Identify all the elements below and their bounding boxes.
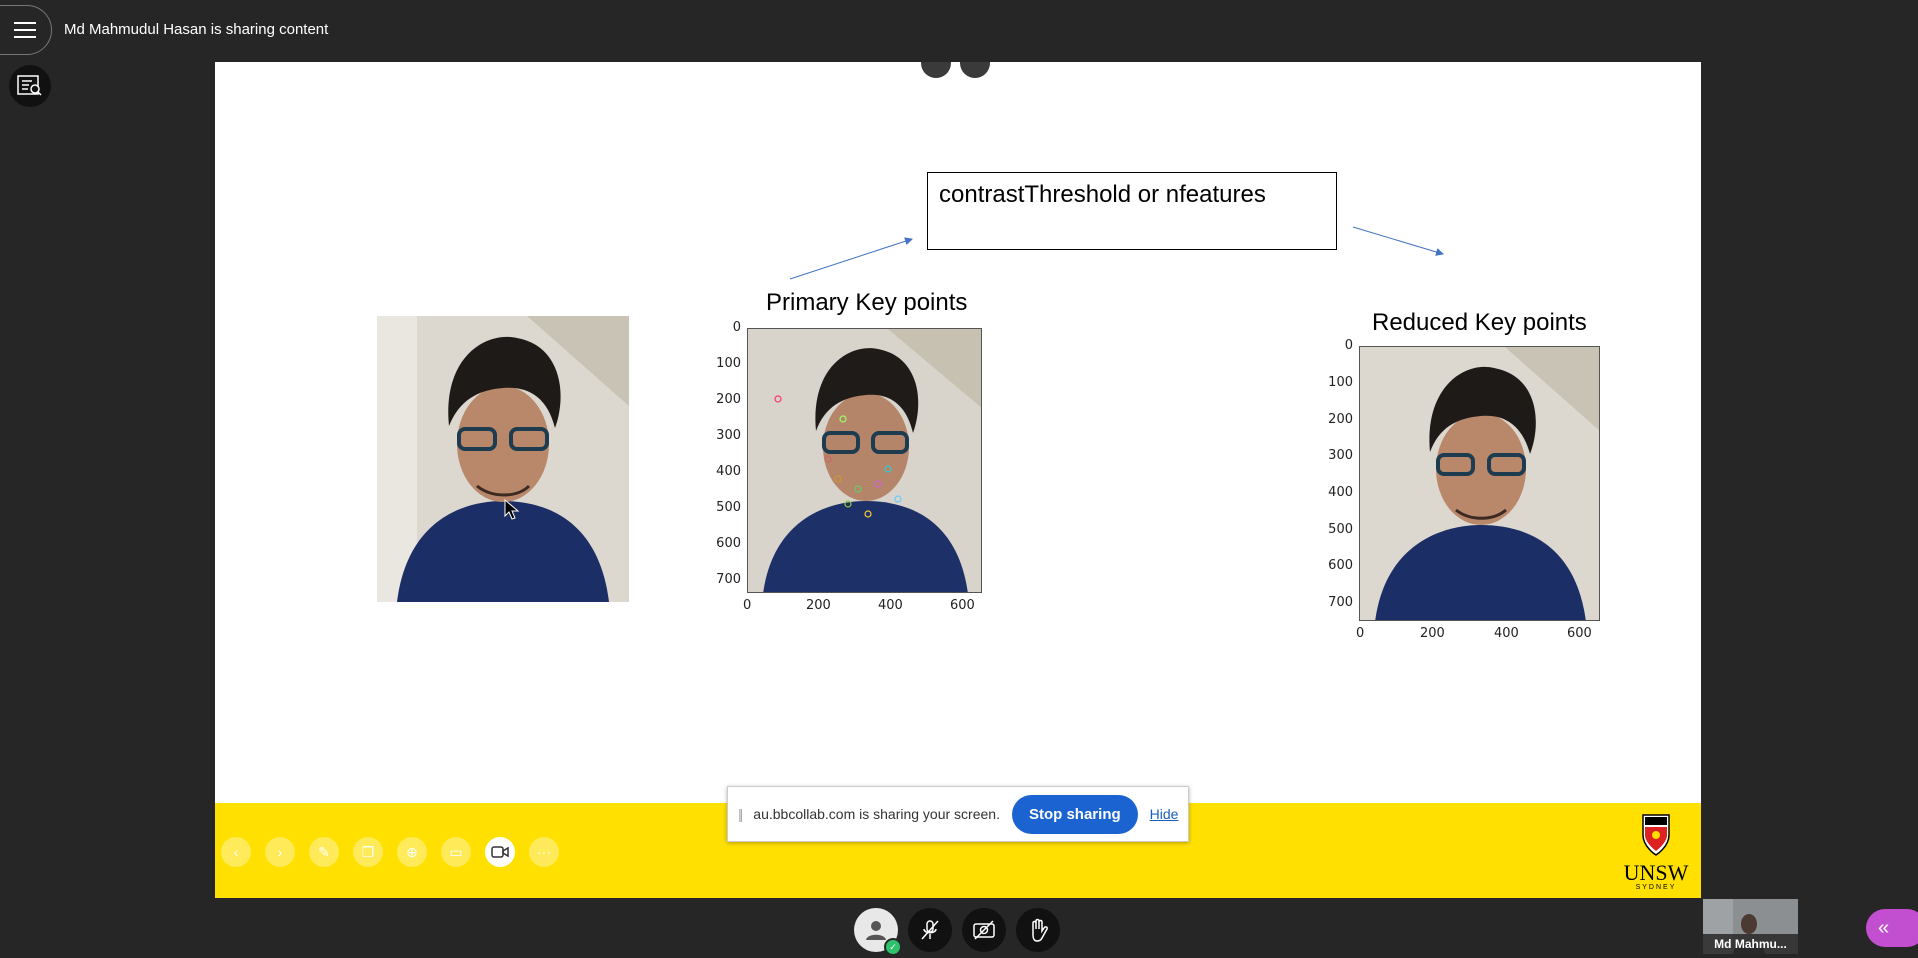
raise-hand-button[interactable] [1016, 908, 1060, 952]
pen-icon: ✎ [318, 843, 330, 860]
status-check-icon: ✓ [884, 938, 902, 956]
x-tick-label: 0 [1356, 626, 1365, 641]
original-photo [377, 316, 629, 602]
y-tick-label: 500 [716, 500, 741, 515]
reduced-keypoints-caption: Reduced Key points [1372, 309, 1587, 336]
double-chevron-left-icon: « [1878, 916, 1890, 939]
unsw-logo: UNSW SYDNEY [1621, 813, 1691, 891]
mouse-cursor-icon [504, 499, 520, 520]
y-tick-label: 200 [716, 392, 741, 407]
my-status-button[interactable]: ✓ [854, 908, 902, 956]
avatar-icon [866, 921, 886, 940]
y-tick-label: 700 [716, 572, 741, 587]
subtitles-icon: ▭ [449, 843, 463, 860]
next-slide-button[interactable]: › [265, 837, 295, 867]
pen-tool-button[interactable]: ✎ [309, 837, 339, 867]
y-tick-label: 400 [1328, 485, 1353, 500]
y-tick-label: 300 [716, 428, 741, 443]
microphone-button[interactable] [908, 908, 952, 952]
drag-handle-icon[interactable]: || [738, 806, 743, 822]
x-tick-label: 600 [950, 598, 975, 613]
chevron-left-icon: ‹ [233, 844, 239, 860]
x-tick-label: 0 [743, 598, 752, 613]
zoom-tool-button[interactable]: ⊕ [397, 837, 427, 867]
unsw-logo-subtext: SYDNEY [1635, 884, 1677, 891]
y-tick-label: 300 [1328, 448, 1353, 463]
unsw-logo-text: UNSW [1623, 860, 1689, 885]
hide-share-bar-link[interactable]: Hide [1150, 806, 1179, 822]
camera-tool-button[interactable] [485, 837, 515, 867]
participant-name: Md Mahmu... [1703, 934, 1798, 954]
previous-slide-button[interactable]: ‹ [221, 837, 251, 867]
video-camera-icon [491, 846, 509, 858]
x-tick-label: 400 [1494, 626, 1519, 641]
hand-icon [1032, 918, 1048, 942]
stop-sharing-button[interactable]: Stop sharing [1011, 794, 1138, 834]
camera-off-icon [973, 920, 995, 940]
captions-panel-button[interactable] [9, 65, 51, 107]
x-tick-label: 600 [1567, 626, 1592, 641]
sharing-status-text: Md Mahmudul Hasan is sharing content [64, 21, 329, 38]
x-tick-label: 200 [1420, 626, 1445, 641]
x-tick-label: 200 [806, 598, 831, 613]
y-tick-label: 100 [1328, 375, 1353, 390]
open-panel-button[interactable]: « [1866, 909, 1918, 947]
shared-slide: contrastThreshold or nfeatures Primary K… [215, 62, 1701, 898]
slides-tool-button[interactable]: ❐ [353, 837, 383, 867]
subtitles-tool-button[interactable]: ▭ [441, 837, 471, 867]
primary-keypoints-caption: Primary Key points [766, 289, 968, 316]
y-tick-label: 700 [1328, 595, 1353, 610]
arrow-from-textbox [1352, 226, 1444, 256]
y-tick-label: 500 [1328, 522, 1353, 537]
y-tick-label: 400 [716, 464, 741, 479]
y-tick-label: 200 [1328, 412, 1353, 427]
chat-search-icon [17, 75, 42, 96]
unsw-crest-icon [1642, 814, 1670, 856]
screen-share-bar: || au.bbcollab.com is sharing your scree… [727, 786, 1189, 842]
y-tick-label: 600 [1328, 558, 1353, 573]
reduced-keypoints-image [1359, 346, 1600, 621]
arrow-to-textbox [789, 237, 913, 280]
hamburger-icon [14, 22, 36, 38]
y-tick-label: 600 [716, 536, 741, 551]
main-menu-button[interactable] [0, 5, 52, 55]
y-tick-label: 0 [732, 320, 741, 335]
y-tick-label: 0 [1344, 338, 1353, 353]
primary-keypoints-image [747, 328, 982, 593]
microphone-muted-icon [921, 920, 939, 940]
more-dots-icon: ··· [537, 844, 551, 860]
y-tick-label: 100 [716, 356, 741, 371]
more-tools-button[interactable]: ··· [529, 837, 559, 867]
screen-share-message: au.bbcollab.com is sharing your screen. [753, 806, 1000, 822]
chevron-right-icon: › [277, 844, 283, 860]
slides-icon: ❐ [361, 843, 375, 860]
x-tick-label: 400 [878, 598, 903, 613]
zoom-icon: ⊕ [406, 843, 418, 860]
camera-button[interactable] [962, 908, 1006, 952]
